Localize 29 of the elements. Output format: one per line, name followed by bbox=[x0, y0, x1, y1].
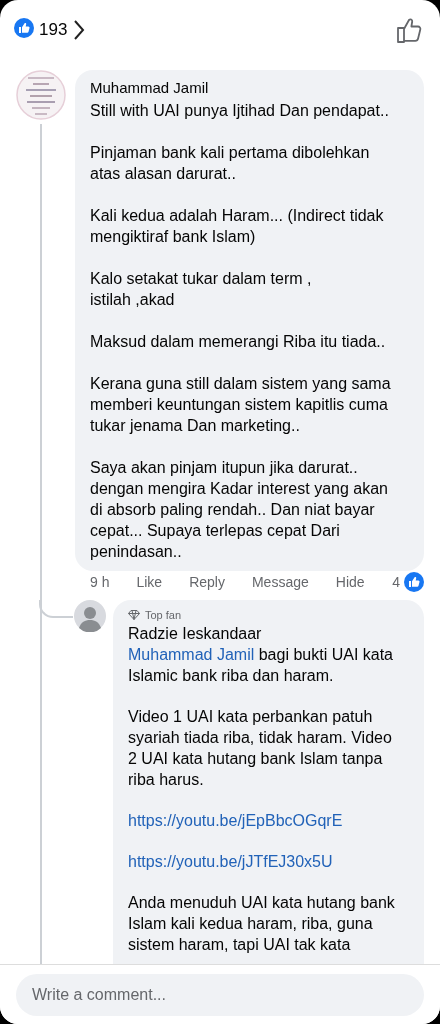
comment-text: Pinjaman bank kali pertama dibolehkan atas alasan darurat.. bbox=[90, 143, 371, 184]
avatar-icon[interactable] bbox=[74, 600, 106, 632]
thumbs-up-icon[interactable] bbox=[396, 16, 424, 44]
diamond-icon bbox=[128, 610, 140, 620]
like-count[interactable]: 193 bbox=[39, 20, 68, 40]
comment-text: Kali kedua adalah Haram... (Indirect tidak mengiktiraf bank Islam) bbox=[90, 206, 385, 247]
action-link[interactable]: Like bbox=[136, 574, 163, 590]
action-link[interactable]: Message bbox=[251, 574, 309, 590]
url-link[interactable]: https://youtu.be/jEpBbcOGqrE bbox=[128, 810, 409, 831]
url-link[interactable]: https://youtu.be/jJTfEJ30x5U bbox=[128, 851, 409, 872]
action-link[interactable]: Hide bbox=[335, 574, 365, 590]
comment-text: Still with UAI punya Ijtihad Dan pendapat.. bbox=[90, 101, 390, 121]
action-link[interactable]: Reply bbox=[189, 574, 225, 590]
top-fan-label: Top fan bbox=[145, 608, 182, 622]
timestamp: 9 h bbox=[90, 574, 110, 590]
reply-text: Video 1 UAI kata perbankan patuh syariah tiada riba, tidak haram. Video 2 UAI kata hutang bank Islam tanpa riba harus. bbox=[128, 707, 393, 790]
comment-text: Kalo setakat tukar dalam term , istilah ,akad bbox=[90, 269, 313, 310]
author-name[interactable]: Radzie Ieskandaar bbox=[128, 624, 409, 644]
like-reaction-icon bbox=[404, 572, 424, 592]
reaction-count[interactable]: 4 bbox=[392, 574, 400, 590]
comment-text: Saya akan pinjam itupun jika darurat.. dengan mengira Kadar interest yang akan di absorb paling rendah.. Dan niat bayar cepat... Supaya terlepas cepat Dari penindasan.. bbox=[90, 458, 389, 562]
mention-link[interactable]: Muhammad Jamil bbox=[128, 646, 255, 663]
comment-text: Kerana guna still dalam sistem yang sama memberi keuntungan sistem kapitlis cuma tukar jenama Dan marketing.. bbox=[90, 374, 392, 436]
reply-text: Muhammad Jamil bagi bukti UAI kata Islamic bank riba dan haram. bbox=[128, 645, 394, 686]
reply-text: Anda menuduh UAI kata hutang bank Islam kali kedua haram, riba, guna sistem haram, tapi UAI tak kata bbox=[128, 893, 396, 955]
comment-input-field[interactable]: Write a comment... bbox=[16, 974, 424, 1016]
comment-text: Maksud dalam memerangi Riba itu tiada.. bbox=[90, 332, 387, 352]
chevron-right-icon[interactable] bbox=[73, 19, 86, 41]
author-name[interactable]: Muhammad Jamil bbox=[90, 78, 409, 98]
